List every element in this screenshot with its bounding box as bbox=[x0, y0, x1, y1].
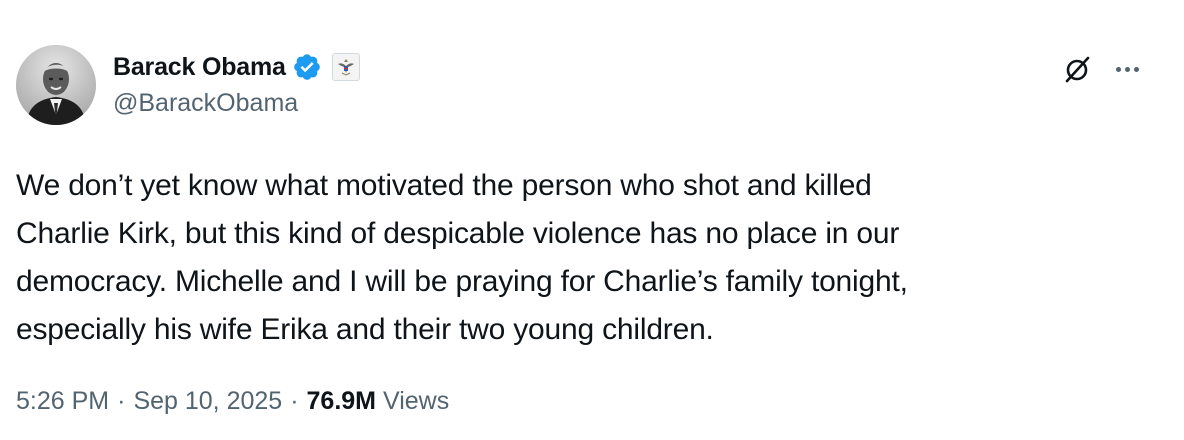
author-handle[interactable]: @BarackObama bbox=[113, 89, 298, 118]
tweet-text-line: We don’t yet know what motivated the per… bbox=[16, 169, 872, 202]
tweet-text-line: especially his wife Erika and their two … bbox=[16, 313, 714, 346]
avatar-photo-icon bbox=[16, 45, 96, 125]
author-display-name[interactable]: Barack Obama bbox=[113, 53, 286, 82]
more-icon[interactable] bbox=[1110, 52, 1144, 86]
views-label: Views bbox=[383, 387, 450, 415]
views-count[interactable]: 76.9M bbox=[307, 387, 376, 416]
tweet: Barack Obama @BarackObama We don’t yet k… bbox=[0, 0, 1184, 440]
tweet-text-line: democracy. Michelle and I will be prayin… bbox=[16, 265, 908, 298]
grok-icon[interactable] bbox=[1061, 52, 1095, 86]
tweet-time[interactable]: 5:26 PM bbox=[16, 387, 109, 416]
tweet-meta: 5:26 PM · Sep 10, 2025 · 76.9M Views bbox=[16, 387, 449, 416]
verified-badge-icon[interactable] bbox=[292, 52, 322, 82]
meta-separator: · bbox=[290, 387, 299, 415]
tweet-text-line: Charlie Kirk, but this kind of despicabl… bbox=[16, 217, 900, 250]
government-seal-icon[interactable] bbox=[331, 53, 360, 81]
author-name-row: Barack Obama bbox=[113, 50, 360, 84]
meta-separator: · bbox=[117, 387, 126, 415]
tweet-date[interactable]: Sep 10, 2025 bbox=[133, 387, 282, 416]
avatar[interactable] bbox=[16, 45, 96, 125]
tweet-text: We don’t yet know what motivated the per… bbox=[16, 162, 1156, 354]
